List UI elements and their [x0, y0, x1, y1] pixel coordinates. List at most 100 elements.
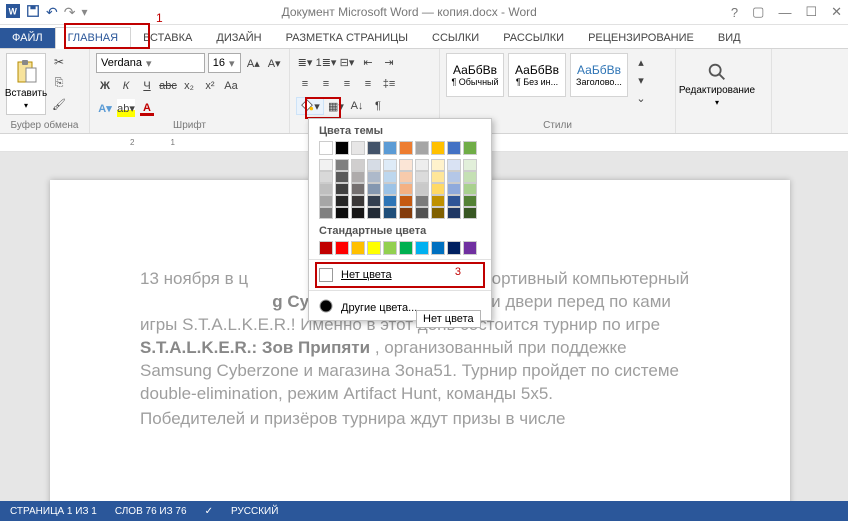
- decrease-indent-icon[interactable]: ⇤: [359, 53, 377, 71]
- status-page[interactable]: СТРАНИЦА 1 ИЗ 1: [10, 506, 97, 517]
- status-language[interactable]: РУССКИЙ: [231, 506, 278, 517]
- style-normal[interactable]: АаБбВв¶ Обычный: [446, 53, 504, 97]
- color-swatch[interactable]: [319, 183, 333, 195]
- style-heading1[interactable]: АаБбВвЗаголово...: [570, 53, 628, 97]
- color-swatch[interactable]: [319, 159, 333, 171]
- color-swatch[interactable]: [463, 195, 477, 207]
- align-center-icon[interactable]: ≡: [317, 75, 335, 93]
- subscript-button[interactable]: x₂: [180, 77, 198, 95]
- color-swatch[interactable]: [383, 183, 397, 195]
- color-swatch[interactable]: [367, 141, 381, 155]
- find-button[interactable]: Редактирование ▾: [682, 53, 752, 115]
- tab-file[interactable]: ФАЙЛ: [0, 28, 55, 48]
- font-name-select[interactable]: Verdana: [96, 53, 205, 73]
- color-swatch[interactable]: [367, 183, 381, 195]
- color-swatch[interactable]: [447, 195, 461, 207]
- color-swatch[interactable]: [447, 159, 461, 171]
- color-swatch[interactable]: [431, 171, 445, 183]
- color-swatch[interactable]: [335, 241, 349, 255]
- color-swatch[interactable]: [335, 183, 349, 195]
- color-swatch[interactable]: [319, 241, 333, 255]
- minimize-icon[interactable]: —: [778, 5, 791, 20]
- color-swatch[interactable]: [463, 241, 477, 255]
- shrink-font-icon[interactable]: A▾: [265, 54, 283, 72]
- sort-icon[interactable]: A↓: [348, 97, 366, 115]
- color-swatch[interactable]: [367, 241, 381, 255]
- underline-button[interactable]: Ч: [138, 77, 156, 95]
- color-swatch[interactable]: [383, 195, 397, 207]
- tab-layout[interactable]: РАЗМЕТКА СТРАНИЦЫ: [274, 28, 420, 48]
- close-icon[interactable]: ✕: [831, 4, 842, 20]
- styles-scroll-up-icon[interactable]: ▴: [632, 53, 650, 71]
- color-swatch[interactable]: [383, 171, 397, 183]
- color-swatch[interactable]: [351, 183, 365, 195]
- color-swatch[interactable]: [399, 195, 413, 207]
- color-swatch[interactable]: [351, 241, 365, 255]
- color-swatch[interactable]: [447, 183, 461, 195]
- color-swatch[interactable]: [447, 207, 461, 219]
- borders-icon[interactable]: ▦▾: [327, 97, 345, 115]
- color-swatch[interactable]: [415, 241, 429, 255]
- color-swatch[interactable]: [463, 171, 477, 183]
- color-swatch[interactable]: [351, 159, 365, 171]
- color-swatch[interactable]: [351, 141, 365, 155]
- color-swatch[interactable]: [463, 207, 477, 219]
- show-marks-icon[interactable]: ¶: [369, 97, 387, 115]
- change-case-button[interactable]: Aa: [222, 77, 240, 95]
- color-swatch[interactable]: [415, 195, 429, 207]
- color-swatch[interactable]: [399, 159, 413, 171]
- font-color-icon[interactable]: A: [138, 99, 156, 117]
- color-swatch[interactable]: [367, 207, 381, 219]
- bold-button[interactable]: Ж: [96, 77, 114, 95]
- italic-button[interactable]: К: [117, 77, 135, 95]
- status-proof-icon[interactable]: ✓: [205, 506, 213, 517]
- font-size-select[interactable]: 16: [208, 53, 242, 73]
- color-swatch[interactable]: [383, 141, 397, 155]
- maximize-icon[interactable]: ☐: [805, 4, 817, 20]
- tab-insert[interactable]: ВСТАВКА: [131, 28, 204, 48]
- color-swatch[interactable]: [319, 141, 333, 155]
- color-swatch[interactable]: [399, 241, 413, 255]
- superscript-button[interactable]: x²: [201, 77, 219, 95]
- status-words[interactable]: СЛОВ 76 ИЗ 76: [115, 506, 187, 517]
- color-swatch[interactable]: [431, 141, 445, 155]
- color-swatch[interactable]: [399, 207, 413, 219]
- align-right-icon[interactable]: ≡: [338, 75, 356, 93]
- text-effects-icon[interactable]: A▾: [96, 99, 114, 117]
- color-swatch[interactable]: [335, 207, 349, 219]
- color-swatch[interactable]: [351, 207, 365, 219]
- paste-button[interactable]: Вставить ▾: [6, 53, 46, 115]
- tab-mailings[interactable]: РАССЫЛКИ: [491, 28, 576, 48]
- multilevel-icon[interactable]: ⊟▾: [338, 53, 356, 71]
- color-swatch[interactable]: [447, 171, 461, 183]
- color-swatch[interactable]: [415, 159, 429, 171]
- grow-font-icon[interactable]: A▴: [244, 54, 262, 72]
- tab-home[interactable]: ГЛАВНАЯ: [55, 27, 131, 49]
- shading-button[interactable]: ▾: [296, 97, 324, 115]
- highlight-icon[interactable]: ab▾: [117, 99, 135, 117]
- color-swatch[interactable]: [431, 241, 445, 255]
- color-swatch[interactable]: [335, 159, 349, 171]
- tab-view[interactable]: ВИД: [706, 28, 753, 48]
- tab-references[interactable]: ССЫЛКИ: [420, 28, 491, 48]
- format-painter-icon[interactable]: 🖌: [50, 95, 68, 113]
- styles-expand-icon[interactable]: ⌄: [632, 89, 650, 107]
- color-swatch[interactable]: [415, 171, 429, 183]
- color-swatch[interactable]: [447, 241, 461, 255]
- color-swatch[interactable]: [335, 195, 349, 207]
- color-swatch[interactable]: [463, 141, 477, 155]
- color-swatch[interactable]: [351, 171, 365, 183]
- color-swatch[interactable]: [463, 183, 477, 195]
- tab-review[interactable]: РЕЦЕНЗИРОВАНИЕ: [576, 28, 706, 48]
- color-swatch[interactable]: [463, 159, 477, 171]
- save-icon[interactable]: [26, 4, 40, 21]
- line-spacing-icon[interactable]: ‡≡: [380, 75, 398, 93]
- color-swatch[interactable]: [367, 195, 381, 207]
- numbering-icon[interactable]: 1≣▾: [317, 53, 335, 71]
- color-swatch[interactable]: [431, 207, 445, 219]
- color-swatch[interactable]: [447, 141, 461, 155]
- styles-scroll-down-icon[interactable]: ▾: [632, 71, 650, 89]
- color-swatch[interactable]: [383, 207, 397, 219]
- color-swatch[interactable]: [383, 159, 397, 171]
- color-swatch[interactable]: [415, 183, 429, 195]
